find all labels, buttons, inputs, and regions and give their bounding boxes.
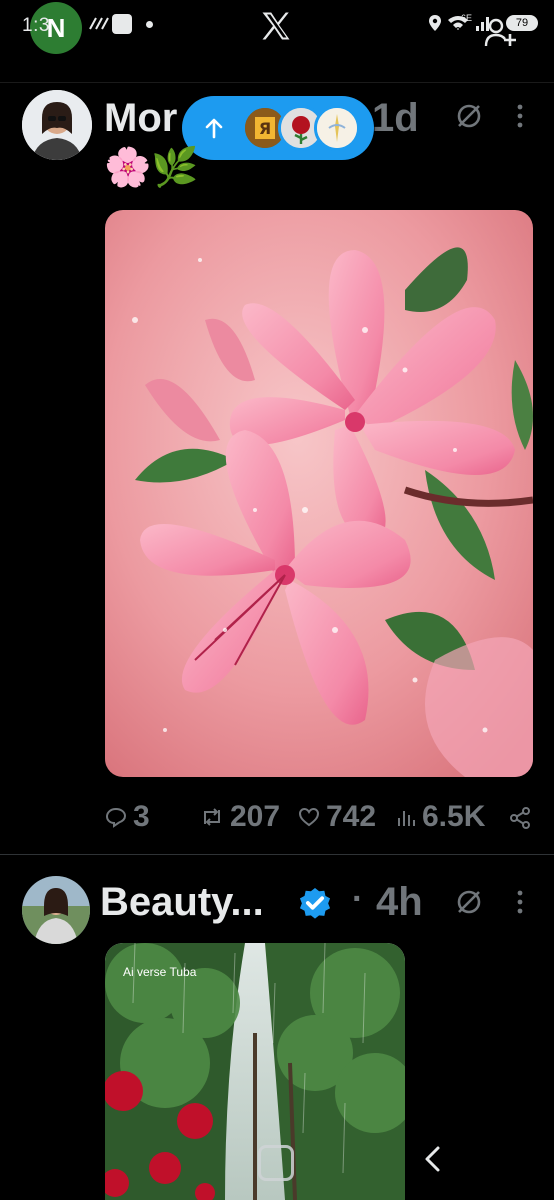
like-count: 742 xyxy=(326,800,377,833)
more-options-icon[interactable] xyxy=(506,102,534,130)
location-icon xyxy=(429,15,441,31)
reply-count: 3 xyxy=(133,800,150,833)
post-1-image[interactable] xyxy=(105,210,533,777)
post-2-time: 4h xyxy=(376,880,423,924)
views-count: 6.5K xyxy=(422,800,486,833)
verified-badge-icon xyxy=(299,887,331,919)
x-logo-icon[interactable] xyxy=(258,8,294,44)
reply-icon xyxy=(105,807,127,828)
avatar-photo-2 xyxy=(22,876,90,944)
home-nav-icon[interactable] xyxy=(258,1145,294,1181)
post-2-image[interactable]: Ai verse Tuba xyxy=(105,943,405,1200)
avatar-thumb-3-image xyxy=(317,108,357,148)
dot-icon xyxy=(146,21,153,28)
grok-icon[interactable] xyxy=(455,102,483,130)
topbar-divider xyxy=(0,82,554,83)
views-icon xyxy=(398,811,415,826)
more-options-icon-2[interactable] xyxy=(506,888,534,916)
image-watermark: Ai verse Tuba xyxy=(123,965,197,979)
camera-icon xyxy=(89,17,109,30)
repost-button[interactable]: 207 xyxy=(200,800,280,834)
post-1-author-name[interactable]: Mor xyxy=(104,96,177,141)
grok-icon-2[interactable] xyxy=(455,888,483,916)
share-icon[interactable] xyxy=(508,806,532,830)
new-posts-pill[interactable]: Я xyxy=(182,96,374,160)
roses-rain-image xyxy=(105,943,405,1200)
network-type: 6E xyxy=(461,13,473,23)
reply-button[interactable]: 3 xyxy=(105,800,150,834)
post-1-avatar[interactable] xyxy=(22,90,92,160)
post-2-avatar[interactable] xyxy=(22,876,90,944)
post-2-time-separator: · xyxy=(352,880,364,918)
arrow-up-icon xyxy=(205,118,223,139)
svg-text:Я: Я xyxy=(259,119,271,138)
battery-level: 79 xyxy=(515,17,529,29)
post-divider xyxy=(0,854,554,855)
heart-icon xyxy=(298,807,320,827)
post-2-author-name[interactable]: Beauty... xyxy=(100,880,264,925)
avatar-thumb-3 xyxy=(314,105,360,151)
repost-count: 207 xyxy=(230,800,281,833)
post-1-time: 1d xyxy=(372,96,419,140)
pink-lily-image xyxy=(105,210,533,777)
avatar-photo-1 xyxy=(22,90,92,160)
samsung-notes-icon xyxy=(112,14,132,34)
back-nav-icon[interactable] xyxy=(420,1145,446,1173)
battery-icon: 79 xyxy=(506,15,538,31)
post-1-text: 🌸🌿 xyxy=(104,147,199,189)
status-time: 1:3 xyxy=(22,15,50,36)
like-button[interactable]: 742 xyxy=(298,800,376,834)
repost-icon xyxy=(204,808,220,826)
views-button[interactable]: 6.5K xyxy=(396,800,485,834)
